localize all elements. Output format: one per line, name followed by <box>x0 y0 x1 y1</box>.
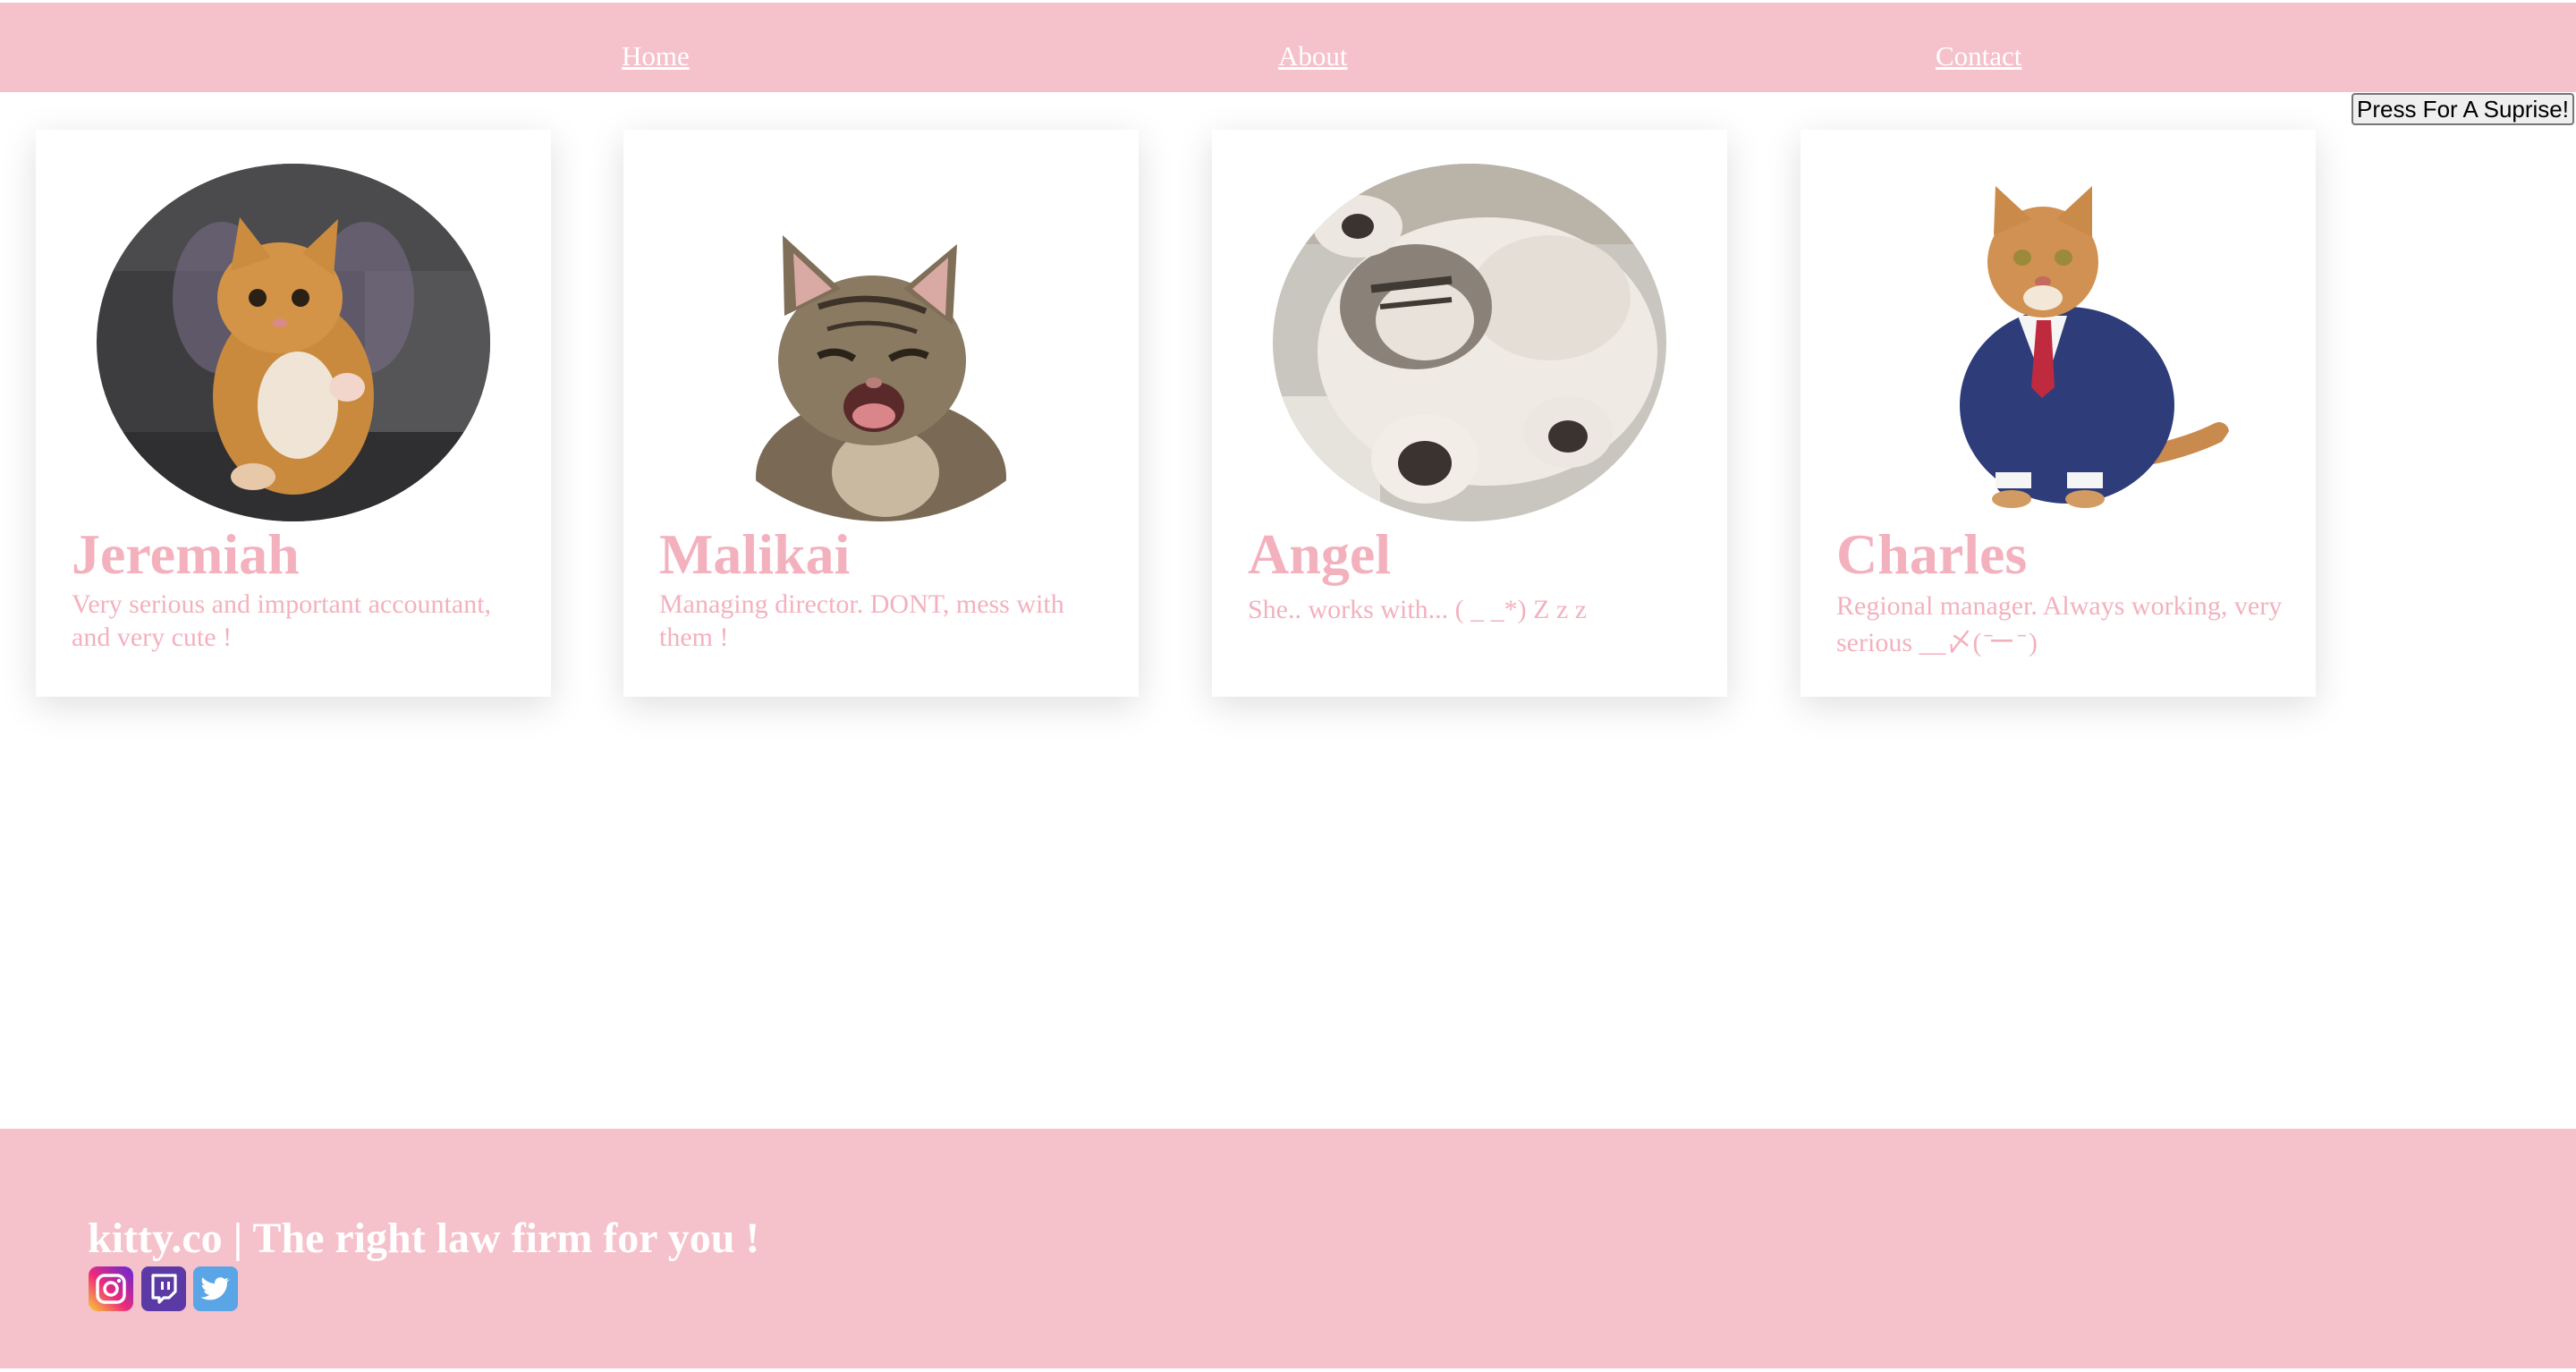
card-description: Regional manager. Always working, very s… <box>1836 591 2283 657</box>
nav-home-link[interactable]: Home <box>622 40 690 72</box>
card-description: She.. works with... ( _ _*) Z z z <box>1248 595 1588 624</box>
card-name: Malikai <box>659 522 851 586</box>
surprise-button[interactable]: Press For A Suprise! <box>2351 93 2574 125</box>
footer: kitty.co | The right law firm for you ! <box>0 1129 2576 1368</box>
cat-photo-angel <box>1273 164 1666 521</box>
cat-photo-jeremiah <box>97 164 490 521</box>
cat-photo-malikai <box>684 164 1078 521</box>
twitch-icon[interactable] <box>141 1266 186 1311</box>
card-name: Jeremiah <box>72 522 300 586</box>
profile-card-malikai: Malikai Managing director. DONT, mess wi… <box>623 130 1139 697</box>
profile-card-angel: Angel She.. works with... ( _ _*) Z z z <box>1212 130 1727 697</box>
instagram-icon[interactable] <box>89 1266 133 1311</box>
card-name: Charles <box>1836 522 2028 586</box>
profile-card-charles: Charles Regional manager. Always working… <box>1801 130 2316 697</box>
twitter-icon[interactable] <box>193 1266 238 1311</box>
footer-title: kitty.co | The right law firm for you ! <box>88 1215 760 1262</box>
nav-contact-link[interactable]: Contact <box>1936 40 2021 72</box>
cat-photo-charles <box>1861 164 2255 521</box>
card-description: Managing director. DONT, mess with them … <box>659 589 1064 652</box>
card-name: Angel <box>1248 522 1391 586</box>
top-nav: Home About Contact <box>0 3 2576 92</box>
nav-about-link[interactable]: About <box>1278 40 1348 72</box>
card-description: Very serious and important accountant, a… <box>72 589 492 652</box>
profile-card-jeremiah: Jeremiah Very serious and important acco… <box>36 130 551 697</box>
